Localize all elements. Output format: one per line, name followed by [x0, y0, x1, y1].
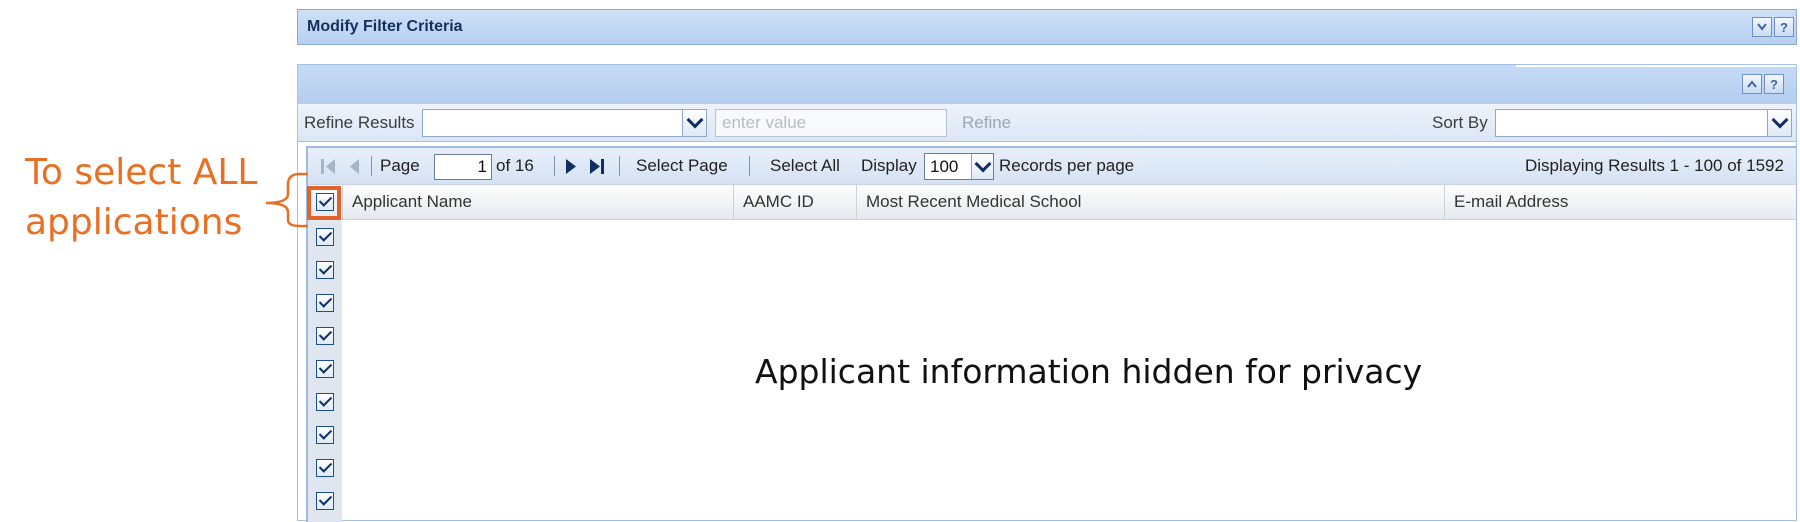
separator: [749, 156, 750, 176]
chevron-up-icon: [1747, 80, 1757, 88]
chevron-down-icon: [974, 155, 991, 172]
column-header-applicant-name[interactable]: Applicant Name: [342, 185, 733, 219]
column-header-row: Applicant Name AAMC ID Most Recent Medic…: [308, 184, 1796, 220]
page-number-input[interactable]: [434, 154, 492, 180]
column-header-email[interactable]: E-mail Address: [1444, 185, 1796, 219]
filter-criteria-title: Modify Filter Criteria: [307, 18, 463, 35]
collapse-results-button[interactable]: [1742, 74, 1762, 94]
annotation-brace-icon: [265, 172, 308, 228]
refine-button[interactable]: Refine: [962, 109, 1011, 137]
results-help-button[interactable]: ?: [1764, 74, 1784, 94]
help-icon: ?: [1770, 76, 1778, 92]
records-per-page-dropdown-button[interactable]: [971, 154, 993, 179]
select-all-button[interactable]: Select All: [770, 148, 840, 184]
next-page-icon[interactable]: [565, 158, 577, 175]
refine-results-label: Refine Results: [304, 113, 415, 132]
separator: [371, 156, 372, 176]
column-header-medical-school[interactable]: Most Recent Medical School: [856, 185, 1444, 219]
privacy-notice: Applicant information hidden for privacy: [755, 352, 1423, 391]
select-all-highlight: [307, 186, 341, 220]
row-checkbox[interactable]: [316, 327, 334, 345]
collapse-filter-button[interactable]: [1752, 17, 1772, 37]
records-per-page-select[interactable]: 100: [924, 153, 994, 180]
results-count: Displaying Results 1 - 100 of 1592: [1525, 156, 1784, 175]
previous-page-icon[interactable]: [348, 158, 360, 175]
results-header: ?: [298, 65, 1796, 104]
refine-value-input[interactable]: [715, 109, 947, 137]
header-divider: [1516, 65, 1796, 67]
column-header-aamc-id[interactable]: AAMC ID: [733, 185, 856, 219]
chevron-down-icon: [1771, 111, 1788, 129]
row-checkbox[interactable]: [316, 492, 334, 510]
separator: [619, 156, 620, 176]
annotation-callout-text: To select ALL applications: [25, 152, 258, 243]
sort-by-dropdown-button[interactable]: [1767, 110, 1791, 136]
chevron-down-icon: [1757, 23, 1767, 31]
row-checkbox[interactable]: [316, 261, 334, 279]
row-checkbox[interactable]: [316, 426, 334, 444]
refine-field-select[interactable]: [422, 109, 707, 137]
row-checkbox[interactable]: [316, 294, 334, 312]
filter-criteria-header[interactable]: Modify Filter Criteria ?: [297, 9, 1797, 45]
row-checkbox[interactable]: [316, 228, 334, 246]
row-checkbox[interactable]: [316, 360, 334, 378]
results-panel: ? Refine Results Refine Sort By: [297, 64, 1797, 522]
row-checkbox[interactable]: [316, 393, 334, 411]
applicant-grid: Page of 16 Select Page Select All Displa…: [306, 146, 1796, 522]
first-page-icon[interactable]: [320, 158, 336, 175]
sort-by-label: Sort By: [1432, 113, 1488, 132]
refine-field-dropdown-button[interactable]: [682, 110, 706, 136]
help-icon: ?: [1780, 19, 1788, 35]
records-per-page-label: Records per page: [999, 156, 1135, 175]
row-checkbox[interactable]: [316, 459, 334, 477]
page-label: Page: [380, 156, 420, 175]
paging-toolbar: Page of 16 Select Page Select All Displa…: [308, 148, 1796, 184]
records-per-page-value: 100: [930, 157, 959, 176]
sort-by-select[interactable]: [1495, 109, 1792, 137]
page-count: of 16: [496, 156, 534, 175]
select-page-button[interactable]: Select Page: [636, 148, 728, 184]
display-label: Display: [861, 156, 917, 175]
refine-toolbar: Refine Results Refine Sort By: [298, 104, 1796, 142]
separator: [554, 156, 555, 176]
chevron-down-icon: [686, 111, 703, 129]
last-page-icon[interactable]: [589, 158, 606, 175]
filter-help-button[interactable]: ?: [1774, 17, 1794, 37]
